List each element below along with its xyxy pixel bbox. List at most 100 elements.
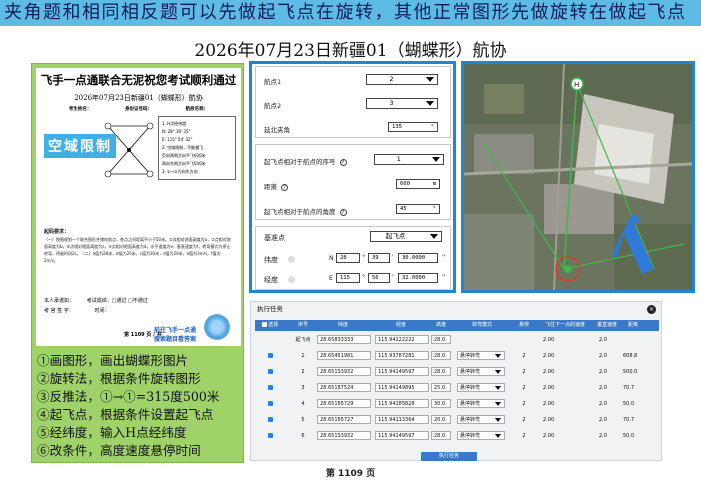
cell-speed[interactable]: 2.00 <box>543 414 579 427</box>
table-row[interactable]: 4 28.65165729 115.94185828 30.0 悬停转弯 2 2.00 2.0… <box>255 398 659 411</box>
satellite-map[interactable]: H <box>461 61 695 293</box>
row-select[interactable] <box>257 430 283 443</box>
cell-lat[interactable]: 28.65451981 <box>317 350 373 363</box>
lat-sec-input[interactable]: 30.0000 <box>398 253 438 263</box>
col-select[interactable]: 选择 <box>257 320 283 331</box>
execute-task-button[interactable]: 执行任务 <box>421 452 477 461</box>
cell-index: 5 <box>301 417 305 423</box>
doc-subtitle: 2026年07月23日新疆01（蝴蝶形）航协 <box>74 94 203 102</box>
cell-dist: 70.7 <box>623 417 635 423</box>
cell-speed[interactable]: 2.00 <box>543 382 579 395</box>
page-number: 第 1109 页 <box>325 469 376 479</box>
cond-line: 3. ①→②为向东方向 <box>162 169 198 174</box>
lon-deg-input[interactable]: 115 <box>336 273 360 283</box>
cell-speed[interactable]: 2.00 <box>543 398 579 411</box>
base-point-select[interactable]: 起飞点 <box>370 231 442 242</box>
lat-min-input[interactable]: 39 <box>368 253 390 263</box>
row-checkbox[interactable] <box>267 369 273 374</box>
cell-dist: 50.0 <box>623 401 635 407</box>
cell-hover: 2 <box>522 385 526 391</box>
cell-alt[interactable]: 20.0 <box>431 414 453 427</box>
lon-sec-input[interactable]: 32.0000 <box>398 273 438 283</box>
help-icon[interactable]: ? <box>339 159 347 166</box>
cell-mode[interactable]: 悬停转弯 <box>457 414 509 427</box>
cell-lon[interactable]: 115.94113364 <box>375 414 431 427</box>
distance-input[interactable]: 600 m <box>396 179 440 189</box>
cell-alt[interactable]: 25.0 <box>431 382 453 395</box>
row-checkbox[interactable] <box>267 401 273 406</box>
cell-mode[interactable]: 悬停转弯 <box>457 382 509 395</box>
cell-lat[interactable]: 28.65833333 <box>317 334 373 347</box>
cell-lon[interactable]: 115.94149895 <box>375 382 431 395</box>
north-angle-input[interactable]: 135 ° <box>388 122 438 132</box>
table-row[interactable]: 起飞点 28.65833333 115.94222222 28.0 2.00 2.0 <box>255 334 659 347</box>
lat-deg-input[interactable]: 28 <box>336 253 360 263</box>
cell-lat[interactable]: 28.65133932 <box>317 366 373 379</box>
seq-select[interactable]: 1 <box>374 154 444 165</box>
wp2-select[interactable]: 3 <box>366 98 438 109</box>
cell-speed[interactable]: 2.00 <box>543 430 579 443</box>
cell-vspeed[interactable]: 2.0 <box>599 382 619 395</box>
rel-angle-label: 起飞点相对于航点的角度? <box>264 206 347 216</box>
cell-lat[interactable]: 28.65133932 <box>317 430 373 443</box>
step-item: ①画图形，画出蝴蝶形图片 <box>37 353 189 368</box>
table-row[interactable]: 1 28.65451981 115.93787281 28.0 悬停转弯 2 2.00 2.0… <box>255 350 659 363</box>
cell-speed[interactable]: 2.00 <box>543 366 579 379</box>
cell-lon[interactable]: 115.94222222 <box>375 334 431 347</box>
cell-speed[interactable]: 2.00 <box>543 334 579 347</box>
cell-lon[interactable]: 115.94149597 <box>375 366 431 379</box>
cell-mode[interactable]: 悬停转弯 <box>457 350 509 363</box>
cell-alt[interactable]: 28.0 <box>431 334 453 347</box>
sec-symbol: '' <box>442 253 446 261</box>
help-icon[interactable]: ? <box>281 184 288 191</box>
help-icon[interactable]: ? <box>339 209 347 216</box>
cell-alt[interactable]: 28.0 <box>431 350 453 363</box>
col-index: 序号 <box>297 322 308 328</box>
doc-conditions: 1. H点经纬度 N: 28° 39' 35" E: 115° 54' 32" … <box>158 116 236 180</box>
wp1-select[interactable]: 2 <box>366 74 438 85</box>
row-checkbox[interactable] <box>267 417 273 422</box>
cell-vspeed[interactable]: 2.0 <box>599 414 619 427</box>
page-title: 2026年07月23日新疆01（蝴蝶形）航协 <box>194 41 507 61</box>
cell-lat[interactable]: 28.65165727 <box>317 414 373 427</box>
table-row[interactable]: 2 28.65133932 115.94149597 28.0 悬停转弯 2 2.00 2.0… <box>255 366 659 379</box>
rel-angle-input[interactable]: 45 ° <box>396 204 440 214</box>
row-checkbox[interactable] <box>267 385 273 390</box>
rotation-section: 航点1 2 航点2 3 延北夹角 135 ° <box>255 66 451 138</box>
cell-alt[interactable]: 28.0 <box>431 366 453 379</box>
cell-lon[interactable]: 115.94185828 <box>375 398 431 411</box>
close-icon[interactable]: × <box>647 305 656 314</box>
row-select[interactable] <box>257 414 283 427</box>
cell-mode[interactable]: 悬停转弯 <box>457 398 509 411</box>
cell-mode[interactable]: 悬停转弯 <box>457 430 509 443</box>
cell-hover: 2 <box>522 401 526 407</box>
lon-min-input[interactable]: 56 <box>368 273 390 283</box>
row-checkbox[interactable] <box>267 353 273 358</box>
chevron-down-icon <box>430 234 438 239</box>
cell-lon[interactable]: 115.93787281 <box>375 350 431 363</box>
cell-lon[interactable]: 115.94149597 <box>375 430 431 443</box>
row-checkbox[interactable] <box>267 433 273 438</box>
row-select[interactable] <box>257 382 283 395</box>
cell-alt[interactable]: 30.0 <box>431 398 453 411</box>
table-row[interactable]: 3 28.65187524 115.94149895 25.0 悬停转弯 2 2.00 2.0… <box>255 382 659 395</box>
req-text: （一）按图规划一个联合图形并储存航点，各点之间距离不小于50米。①点相对地面高度… <box>44 237 231 263</box>
cell-mode[interactable]: 悬停转弯 <box>457 366 509 379</box>
select-all-checkbox[interactable] <box>261 322 267 327</box>
cell-vspeed[interactable]: 2.0 <box>599 430 619 443</box>
row-select[interactable] <box>257 366 283 379</box>
cell-vspeed[interactable]: 2.0 <box>599 334 619 347</box>
cell-speed[interactable]: 2.00 <box>543 350 579 363</box>
row-select[interactable] <box>257 398 283 411</box>
row-select[interactable] <box>257 350 283 363</box>
lat-label: 纬度 <box>264 256 278 264</box>
cell-lat[interactable]: 28.65187524 <box>317 382 373 395</box>
cell-lat[interactable]: 28.65165729 <box>317 398 373 411</box>
cell-vspeed[interactable]: 2.0 <box>599 398 619 411</box>
cell-alt[interactable]: 28.0 <box>431 430 453 443</box>
cell-vspeed[interactable]: 2.0 <box>599 350 619 363</box>
cond-line: 负向两侧方向平飞600米 <box>162 153 206 158</box>
table-row[interactable]: 6 28.65133932 115.94149597 28.0 悬停转弯 2 2.00 2.0… <box>255 430 659 443</box>
cell-vspeed[interactable]: 2.0 <box>599 366 619 379</box>
table-row[interactable]: 5 28.65165727 115.94113364 20.0 悬停转弯 2 2.00 2.0… <box>255 414 659 427</box>
